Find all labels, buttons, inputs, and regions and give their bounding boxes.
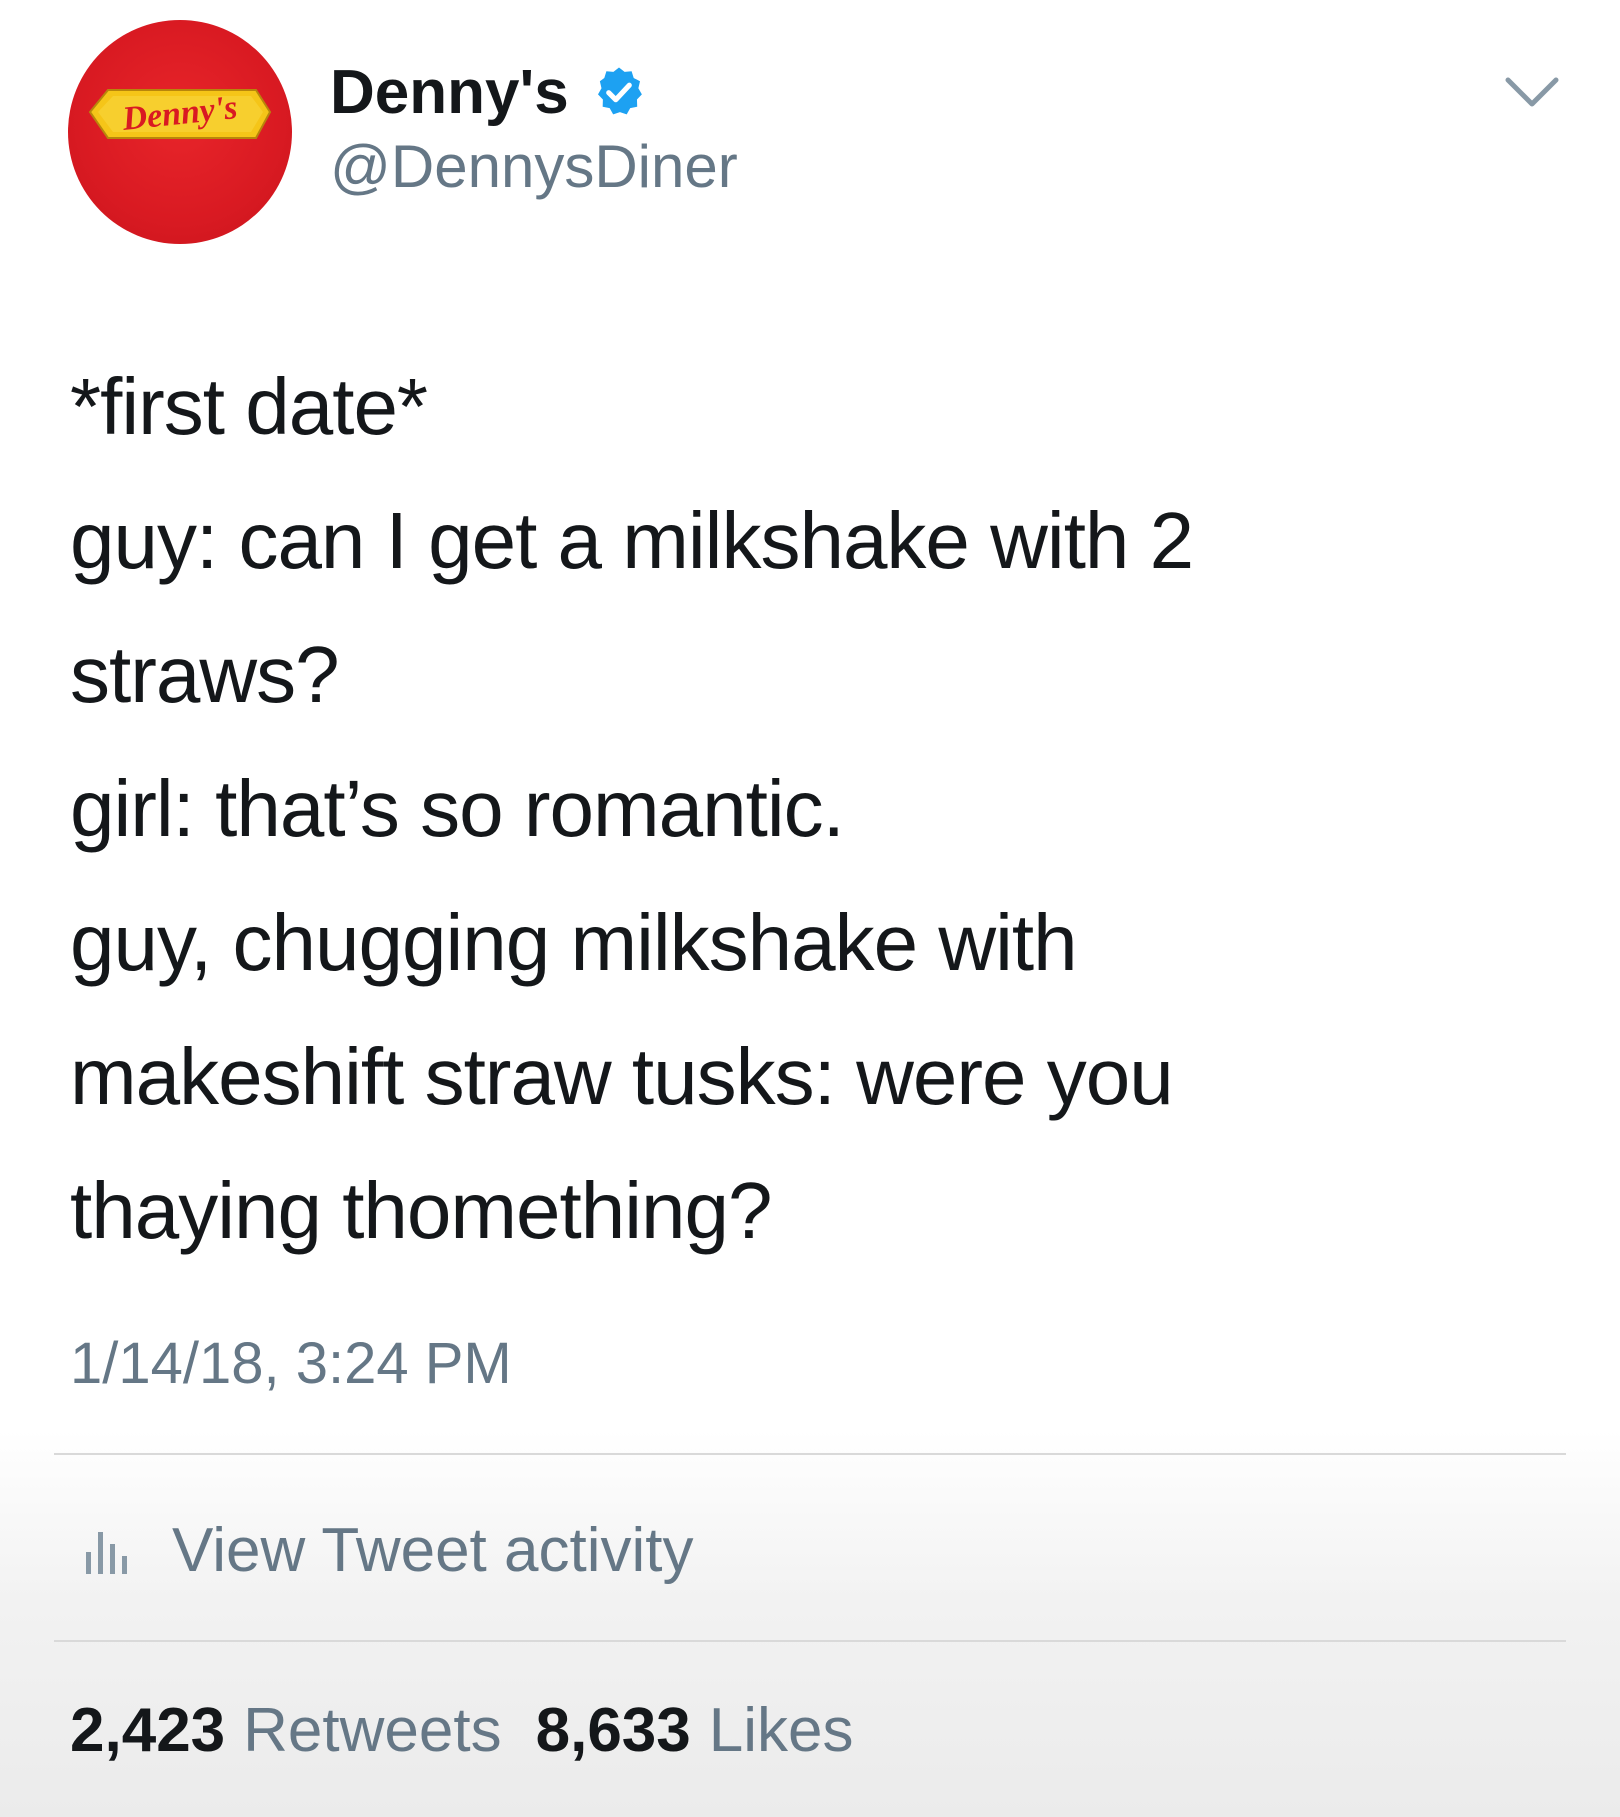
tweet-body: *first date* guy: can I get a milkshake … (70, 340, 1570, 1278)
chevron-down-icon[interactable] (1502, 72, 1562, 112)
divider (54, 1640, 1566, 1642)
tweet-body-line: guy: can I get a milkshake with 2 (70, 496, 1194, 585)
verified-badge-icon (597, 67, 642, 115)
author-handle[interactable]: @DennysDiner (330, 132, 738, 201)
view-tweet-activity-label: View Tweet activity (172, 1515, 694, 1585)
retweets-stat[interactable]: 2,423 Retweets (70, 1695, 502, 1766)
divider (54, 1453, 1566, 1455)
tweet-body-line: girl: that’s so romantic. (70, 764, 845, 853)
tweet-timestamp: 1/14/18, 3:24 PM (70, 1331, 512, 1396)
tweet-body-line: guy, chugging milkshake with (70, 898, 1078, 987)
tweet-body-line: straws? (70, 630, 340, 719)
tweet-card: Denny's Denny's @DennysDiner *first date… (0, 0, 1620, 1817)
likes-stat[interactable]: 8,633 Likes (536, 1695, 854, 1766)
likes-count: 8,633 (535, 1696, 691, 1765)
retweets-label: Retweets (243, 1696, 502, 1765)
tweet-body-line: thaying thomething? (70, 1166, 773, 1255)
author-name-row: Denny's (330, 52, 647, 132)
tweet-body-line: *first date* (70, 362, 428, 451)
tweet-body-line: makeshift straw tusks: were you (70, 1032, 1174, 1121)
retweets-count: 2,423 (70, 1696, 226, 1765)
display-name[interactable]: Denny's (330, 57, 569, 128)
likes-label: Likes (708, 1696, 854, 1765)
avatar[interactable]: Denny's (68, 20, 292, 244)
tweet-stats: 2,423 Retweets 8,633 Likes (70, 1695, 888, 1766)
view-tweet-activity-link[interactable]: View Tweet activity (84, 1510, 694, 1590)
dennys-logo-icon: Denny's (88, 89, 272, 139)
bar-chart-icon (86, 1532, 127, 1574)
